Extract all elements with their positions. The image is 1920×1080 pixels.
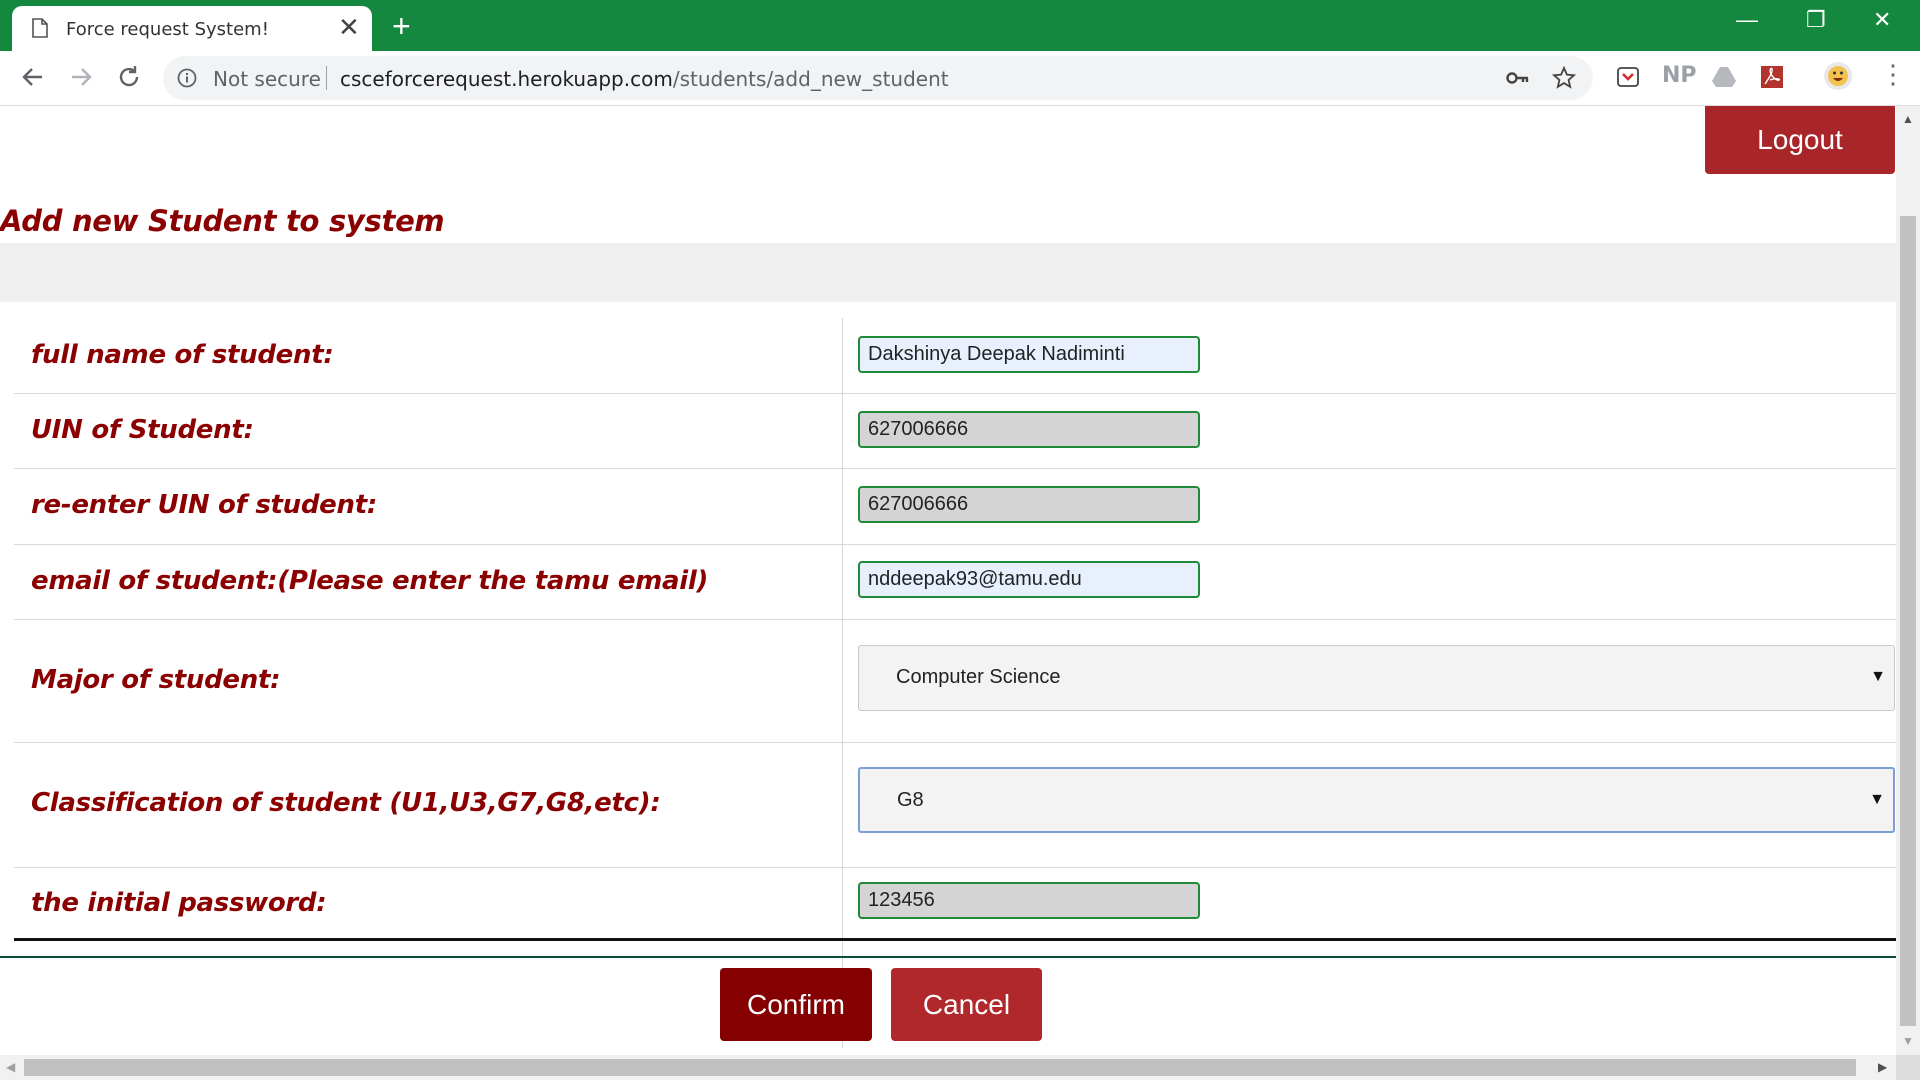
password-label: the initial password: bbox=[31, 888, 327, 918]
document-icon bbox=[32, 18, 48, 43]
forward-arrow-icon bbox=[72, 68, 92, 86]
browser-toolbar: Not secure csceforcerequest.herokuapp.co… bbox=[0, 51, 1920, 106]
major-selected-value: Computer Science bbox=[896, 666, 1061, 688]
footer-rule bbox=[0, 956, 1896, 958]
header-band bbox=[0, 243, 1896, 302]
tab-strip: Force request System! ✕ + — ❐ ✕ bbox=[0, 0, 1920, 51]
classification-select[interactable]: G8 ▼ bbox=[858, 767, 1895, 833]
url-path: /students/add_new_student bbox=[672, 67, 949, 91]
key-icon[interactable] bbox=[1506, 68, 1530, 93]
dropdown-caret-icon: ▼ bbox=[1870, 668, 1886, 685]
logout-button[interactable]: Logout bbox=[1705, 106, 1895, 174]
vertical-scroll-thumb[interactable] bbox=[1900, 216, 1916, 1026]
drive-icon[interactable] bbox=[1711, 65, 1737, 94]
scrollbar-corner bbox=[1896, 1055, 1920, 1080]
close-window-button[interactable]: ✕ bbox=[1873, 8, 1891, 32]
reload-button[interactable] bbox=[116, 64, 142, 95]
address-bar[interactable]: Not secure csceforcerequest.herokuapp.co… bbox=[163, 56, 1593, 100]
pdf-icon[interactable] bbox=[1760, 65, 1784, 94]
uin-label: UIN of Student: bbox=[31, 415, 254, 445]
url-host: csceforcerequest.herokuapp.com bbox=[340, 67, 673, 91]
new-tab-button[interactable]: + bbox=[392, 10, 411, 42]
horizontal-scrollbar[interactable]: ◀ ▶ bbox=[0, 1055, 1896, 1080]
major-select[interactable]: Computer Science ▼ bbox=[858, 645, 1895, 711]
back-button[interactable] bbox=[20, 64, 46, 95]
scroll-right-arrow-icon[interactable]: ▶ bbox=[1878, 1060, 1887, 1074]
back-arrow-icon bbox=[22, 68, 42, 86]
dropdown-caret-icon: ▼ bbox=[1869, 791, 1885, 808]
full-name-input[interactable] bbox=[858, 336, 1200, 373]
security-label: Not secure bbox=[213, 67, 321, 91]
info-icon[interactable] bbox=[177, 68, 197, 93]
cancel-button[interactable]: Cancel bbox=[891, 968, 1042, 1041]
reenter-uin-input[interactable] bbox=[858, 486, 1200, 523]
email-label: email of student:(Please enter the tamu … bbox=[31, 566, 709, 596]
pocket-icon[interactable] bbox=[1616, 65, 1640, 94]
np-icon[interactable]: NP bbox=[1662, 63, 1697, 88]
form-bottom-rule bbox=[14, 938, 1896, 941]
page-title: Add new Student to system bbox=[0, 204, 445, 238]
browser-tab[interactable]: Force request System! ✕ bbox=[12, 6, 372, 51]
minimize-button[interactable]: — bbox=[1736, 8, 1758, 32]
full-name-label: full name of student: bbox=[31, 340, 334, 370]
tab-close-icon[interactable]: ✕ bbox=[338, 14, 360, 40]
scroll-left-arrow-icon[interactable]: ◀ bbox=[6, 1060, 15, 1074]
confirm-button[interactable]: Confirm bbox=[720, 968, 872, 1041]
email-input[interactable] bbox=[858, 561, 1200, 598]
reload-icon bbox=[119, 66, 139, 87]
restore-button[interactable]: ❐ bbox=[1806, 8, 1826, 32]
reenter-uin-label: re-enter UIN of student: bbox=[31, 490, 377, 520]
horizontal-scroll-thumb[interactable] bbox=[24, 1059, 1856, 1076]
initial-password-input[interactable] bbox=[858, 882, 1200, 919]
vertical-scrollbar[interactable]: ▲ ▼ bbox=[1896, 106, 1920, 1055]
omnibox-separator bbox=[326, 66, 327, 90]
classification-label: Classification of student (U1,U3,G7,G8,e… bbox=[31, 788, 661, 818]
major-label: Major of student: bbox=[31, 665, 281, 695]
menu-icon[interactable]: ⋮ bbox=[1880, 59, 1906, 90]
classification-selected-value: G8 bbox=[897, 789, 924, 811]
page-content: Logout Add new Student to system full na… bbox=[0, 106, 1896, 1055]
profile-avatar[interactable] bbox=[1823, 61, 1853, 96]
forward-button[interactable] bbox=[68, 64, 94, 95]
scroll-up-arrow-icon[interactable]: ▲ bbox=[1902, 112, 1914, 126]
tab-title: Force request System! bbox=[66, 19, 269, 40]
scroll-down-arrow-icon[interactable]: ▼ bbox=[1902, 1034, 1914, 1048]
bookmark-star-icon[interactable] bbox=[1551, 65, 1577, 95]
url-text[interactable]: csceforcerequest.herokuapp.com/students/… bbox=[340, 67, 949, 91]
uin-input[interactable] bbox=[858, 411, 1200, 448]
